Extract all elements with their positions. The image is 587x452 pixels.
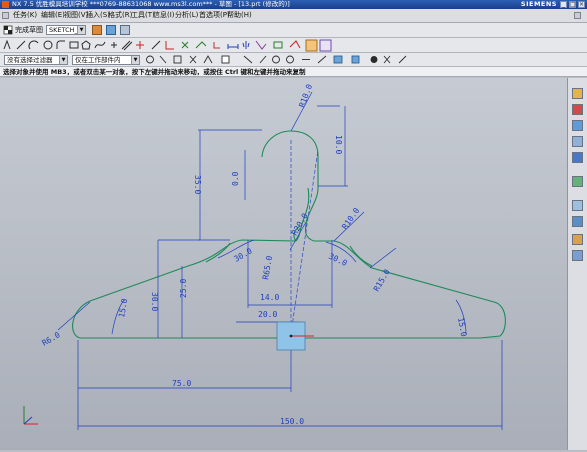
dim-30: 30.0: [150, 292, 159, 311]
menu-info[interactable]: 信息(I): [152, 9, 176, 22]
process-studio-icon[interactable]: [572, 234, 583, 245]
web-browser-icon[interactable]: [572, 176, 583, 187]
siemens-brand: SIEMENS: [520, 0, 557, 8]
chevron-down-icon: ▼: [59, 56, 67, 64]
offset-icon: [121, 40, 133, 51]
dim-r10-mid: R10.0: [340, 206, 361, 231]
nx-logo-icon: [2, 1, 9, 8]
dim-r65: R65.0: [261, 255, 274, 280]
selection-scope-select[interactable]: 仅在工作部件内 ▼: [72, 55, 140, 65]
finish-sketch-icon[interactable]: [3, 25, 13, 35]
dim-15-left: 15.0: [117, 298, 129, 319]
window-title: NX 7.5 优胜模具培训学校 ***0769-88631068 www.ms3…: [12, 0, 290, 8]
finish-sketch-label[interactable]: 完成草图: [15, 25, 43, 35]
sketch-toolbar: 完成草图 SKETCH_000 ▼: [0, 23, 587, 38]
dim-14: 14.0: [260, 293, 279, 302]
curve-tool-icons[interactable]: [0, 38, 420, 52]
constraint-navigator-icon[interactable]: [572, 104, 583, 115]
show-constraint-icon: [213, 42, 220, 49]
selection-filter-value: 没有选择过滤器: [7, 56, 53, 64]
resource-bar: [567, 78, 587, 450]
sketch-curve-toolbar: [0, 38, 587, 53]
snap-point-icons[interactable]: [144, 53, 414, 66]
history-icon[interactable]: [572, 200, 583, 211]
alternate-icon: [289, 40, 301, 49]
title-bar: NX 7.5 优胜模具培训学校 ***0769-88631068 www.ms3…: [0, 0, 587, 9]
associative-icon: [273, 41, 283, 49]
selection-scope-value: 仅在工作部件内: [75, 56, 121, 64]
dim-r6: R6.0: [41, 330, 62, 348]
hanger-profile: [72, 130, 506, 339]
roles-icon[interactable]: [572, 250, 583, 261]
trim-icon: [136, 41, 144, 49]
spline-icon: [94, 41, 106, 49]
circle-icon: [43, 40, 53, 50]
right-shoulder-arc: [349, 245, 373, 267]
update-model-icon[interactable]: [120, 25, 130, 35]
help-icon[interactable]: [574, 12, 581, 19]
dim-75: 75.0: [172, 379, 191, 388]
extend-icon: [151, 40, 161, 50]
maximize-icon[interactable]: □: [569, 1, 576, 8]
point-icon: [111, 42, 117, 48]
system-materials-icon[interactable]: [572, 216, 583, 227]
constraint-icon: [181, 41, 189, 49]
wcs-triad-icon: [23, 406, 38, 425]
close-icon[interactable]: ×: [578, 1, 585, 8]
menu-help[interactable]: 帮助(H): [226, 9, 253, 22]
reuse-library-icon[interactable]: [572, 136, 583, 147]
sketch-drawing[interactable]: R10.0 10.0 35.0 0.0 R10.0 R20.0 30.0 30.…: [0, 78, 567, 450]
sketch-name-select[interactable]: SKETCH_000 ▼: [46, 25, 86, 35]
start-icon[interactable]: [2, 12, 9, 19]
selection-filter-select[interactable]: 没有选择过滤器 ▼: [4, 55, 68, 65]
dim-15-right: 15.0: [456, 317, 468, 338]
mirror-icon: [242, 41, 250, 49]
dim-10-right: 10.0: [334, 135, 343, 154]
hd3d-tools-icon[interactable]: [572, 152, 583, 163]
dim-0-inner: 0.0: [231, 171, 240, 186]
part-navigator-icon[interactable]: [572, 120, 583, 131]
orient-view-icon[interactable]: [92, 25, 102, 35]
chevron-down-icon: ▼: [131, 56, 139, 64]
dim-30-right: 30.0: [327, 252, 348, 268]
reattach-icon[interactable]: [106, 25, 116, 35]
dim-150: 150.0: [280, 417, 304, 426]
dimension-labels: R10.0 10.0 35.0 0.0 R10.0 R20.0 30.0 30.…: [41, 83, 469, 426]
menu-task[interactable]: 任务(K): [12, 9, 38, 22]
project-icon: [255, 40, 267, 50]
assembly-navigator-icon[interactable]: [572, 88, 583, 99]
profile-icon: [3, 39, 11, 50]
dimension-icon: [227, 44, 239, 49]
dim-20: 20.0: [258, 310, 277, 319]
graphics-window[interactable]: R10.0 10.0 35.0 0.0 R10.0 R20.0 30.0 30.…: [0, 78, 567, 450]
menu-bar: 任务(K) 编辑(E) 视图(V) 插入(S) 格式(R) 工具(T) 信息(I…: [0, 9, 587, 23]
cue-line: 选择对象并使用 MB3，或者双击某一对象，按下左键并拖动来移动，或按住 Ctrl…: [0, 67, 587, 77]
dimension-lines: [57, 91, 503, 430]
fillet-icon: [56, 40, 65, 49]
dim-25: 25.0: [179, 279, 188, 298]
auto-constraint-icon: [195, 41, 207, 49]
menu-edit[interactable]: 编辑(E): [40, 9, 66, 22]
minimize-icon[interactable]: _: [560, 1, 567, 8]
dim-r15: R15.0: [372, 267, 392, 293]
dim-r10-top: R10.0: [297, 83, 314, 109]
dim-35-left: 35.0: [193, 175, 202, 194]
chevron-down-icon: ▼: [77, 26, 85, 34]
polygon-icon: [81, 40, 91, 50]
menu-analysis[interactable]: 分析(L): [174, 9, 199, 22]
selection-toolbar: 没有选择过滤器 ▼ 仅在工作部件内 ▼: [0, 53, 587, 67]
arc-icon: [28, 40, 39, 50]
line-icon: [16, 40, 26, 50]
corner-icon: [165, 41, 174, 50]
origin-point: [289, 334, 293, 338]
rectangle-icon: [69, 41, 79, 49]
